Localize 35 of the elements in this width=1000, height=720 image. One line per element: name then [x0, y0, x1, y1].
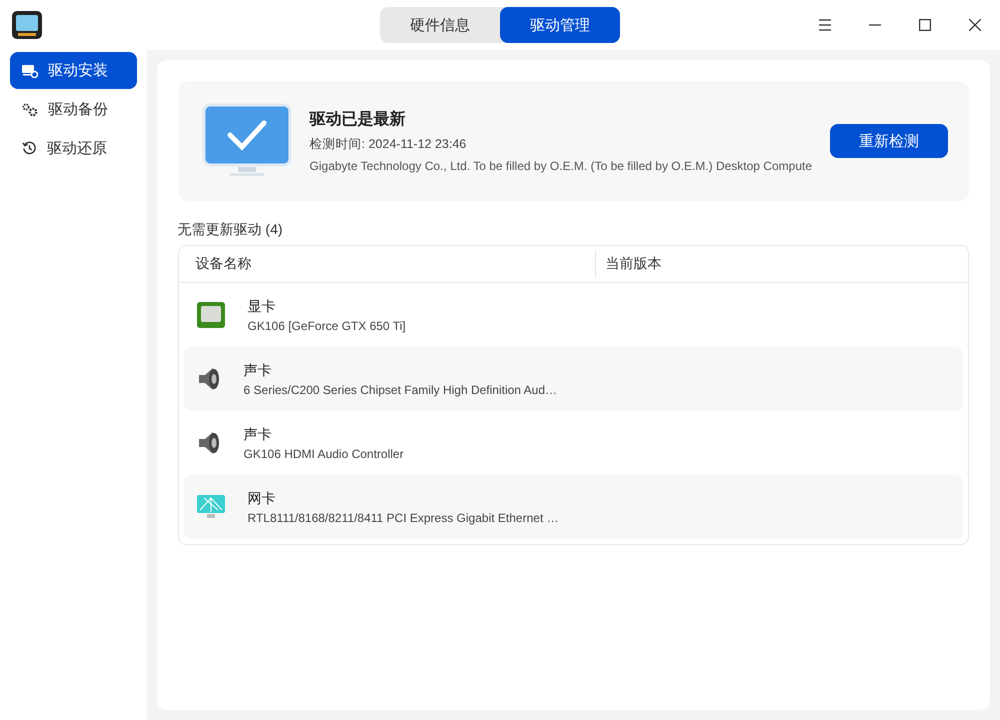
device-name: 显卡	[248, 298, 277, 316]
sidebar-item[interactable]: 驱动安装	[10, 52, 137, 89]
device-model: GK106 HDMI Audio Controller	[244, 446, 404, 460]
chip-icon	[196, 301, 226, 329]
minimize-icon	[869, 24, 881, 26]
menu-icon	[818, 19, 832, 31]
tab[interactable]: 驱动管理	[500, 7, 620, 43]
device-name: 声卡	[244, 362, 273, 380]
system-info: Gigabyte Technology Co., Ltd. To be filled by O.E.M. (To be filled by O.E.M.) Desktop Compute	[310, 159, 812, 173]
maximize-icon	[919, 19, 931, 31]
device-row[interactable]: 声卡 6 Series/C200 Series Chipset Family High Definition Aud…	[184, 347, 963, 411]
column-header: 设备名称	[178, 250, 596, 278]
device-model: RTL8111/8168/8211/8411 PCI Express Gigabit Ethernet …	[248, 510, 559, 524]
check-time: 检测时间: 2024-11-12 23:46	[310, 136, 468, 153]
device-model: GK106 [GeForce GTX 650 Ti]	[248, 318, 406, 332]
sidebar-item[interactable]: 驱动备份	[10, 91, 137, 128]
status-title: 驱动已是最新	[310, 109, 407, 130]
device-row[interactable]: 网卡 RTL8111/8168/8211/8411 PCI Express Gigabit Ethernet …	[184, 475, 963, 539]
column-header: 当前版本	[604, 254, 663, 273]
recheck-button[interactable]: 重新检测	[830, 124, 948, 158]
sidebar-item[interactable]: 驱动还原	[10, 130, 137, 167]
device-name: 网卡	[248, 490, 277, 508]
gears-icon	[22, 102, 38, 116]
history-icon	[22, 141, 37, 156]
device-row[interactable]: 声卡 GK106 HDMI Audio Controller	[184, 411, 963, 475]
device-name: 声卡	[244, 426, 273, 444]
monitor-check-icon	[202, 103, 292, 179]
monitor-gear-icon	[22, 64, 38, 78]
tab[interactable]: 硬件信息	[380, 7, 500, 43]
device-row[interactable]: 显卡 GK106 [GeForce GTX 650 Ti]	[184, 283, 963, 347]
section-title: 无需更新驱动 (4)	[178, 221, 284, 239]
device-model: 6 Series/C200 Series Chipset Family High Definition Aud…	[244, 382, 558, 396]
app-logo-icon	[12, 11, 42, 39]
close-icon	[969, 19, 981, 31]
network-monitor-icon	[196, 494, 226, 520]
